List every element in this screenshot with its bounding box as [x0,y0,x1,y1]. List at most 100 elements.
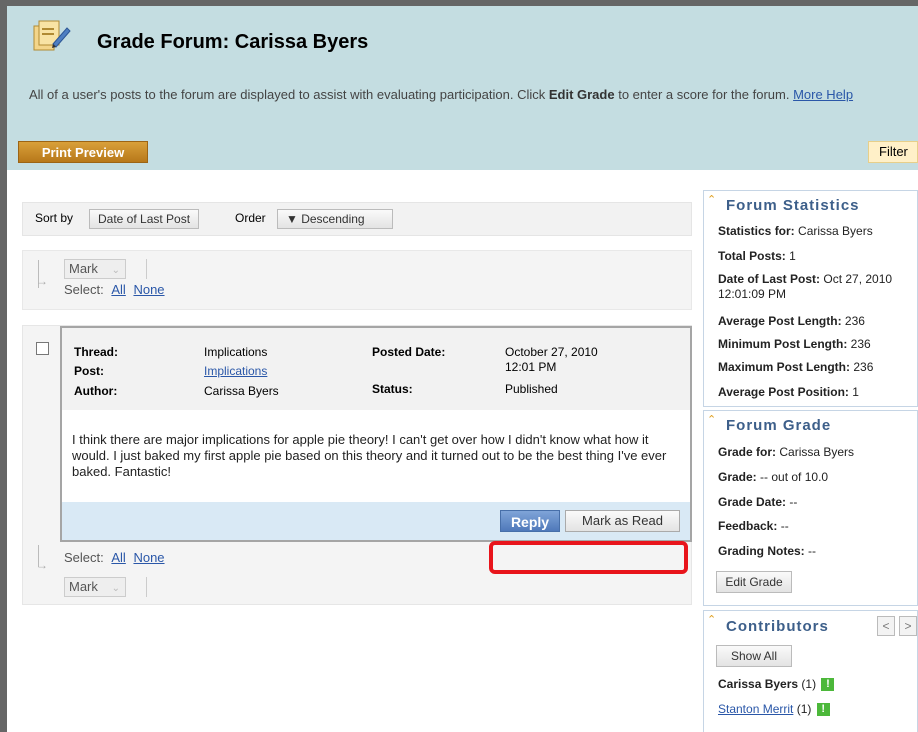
post-checkbox[interactable] [36,342,49,355]
grade-for: Grade for: Carissa Byers [718,445,854,460]
contributor-count: (1) [796,702,812,716]
max-len-label: Maximum Post Length: [718,360,851,374]
post-link-wrap: Implications [204,364,267,378]
contributor-count: (1) [801,677,817,691]
select-controls-top: Select: All None [64,282,165,297]
avg-len-label: Average Post Length: [718,314,842,328]
mark-dropdown-top[interactable]: Mark ⌄ [64,259,126,279]
grading-notes-label: Grading Notes: [718,544,805,558]
edit-grade-button[interactable]: Edit Grade [716,571,792,593]
grade-for-value: Carissa Byers [779,445,855,459]
post-link[interactable]: Implications [204,364,267,378]
new-posts-icon: ! [821,678,835,692]
last-post-value: Oct 27, 2010 [823,272,893,286]
sort-by-label: Sort by [35,211,74,225]
forum-grade-title: Forum Grade [726,417,832,434]
author-label: Author: [74,384,118,398]
select-controls-bottom: Select: All None [64,550,165,565]
filter-button[interactable]: Filter [868,141,918,163]
grade-forum-icon [33,20,71,51]
feedback-row: Feedback: -- [718,519,789,534]
collapse-icon[interactable]: ⌃ [707,413,716,426]
grade-for-label: Grade for: [718,445,777,459]
last-post-label: Date of Last Post: [718,272,821,286]
min-post-length: Minimum Post Length: 236 [718,337,871,352]
post-label: Post: [74,364,104,378]
grade-row: Grade: -- out of 10.0 [718,470,828,485]
forum-statistics-panel: ⌃ Forum Statistics Statistics for: Caris… [703,190,918,407]
grade-date-row: Grade Date: -- [718,495,797,510]
contributor-item[interactable]: Carissa Byers (1) ! [718,677,835,692]
sort-by-dropdown[interactable]: Date of Last Post [89,209,200,229]
max-len-value: 236 [853,360,874,374]
select-all-link-bottom[interactable]: All [111,550,125,565]
sort-bar: Sort by Date of Last Post Order ▼ Descen… [22,202,692,236]
stats-for-value: Carissa Byers [798,224,873,238]
posted-time-value: 12:01 PM [505,360,557,374]
post-header [62,328,690,410]
tree-arrow-icon: → [36,274,48,288]
last-post-time: 12:01:09 PM [718,287,787,301]
status-label: Status: [372,382,413,396]
stats-for-label: Statistics for: [718,224,795,238]
page-title: Grade Forum: Carissa Byers [97,31,369,53]
avg-pos-value: 1 [852,385,859,399]
page-header: Grade Forum: Carissa Byers All of a user… [7,6,918,170]
mark-label: Mark [69,261,98,276]
contributors-title: Contributors [726,618,829,635]
collapse-icon[interactable]: ⌃ [707,613,716,626]
order-dropdown[interactable]: ▼ Descending [277,209,393,229]
avg-len-value: 236 [844,314,865,328]
thread-label: Thread: [74,345,119,359]
stats-for: Statistics for: Carissa Byers [718,224,873,239]
description-text-end: to enter a score for the forum. [614,87,794,102]
min-len-value: 236 [850,337,871,351]
author-value: Carissa Byers [204,384,279,398]
more-help-link[interactable]: More Help [793,87,853,102]
total-posts-label: Total Posts: [718,249,786,263]
max-post-length: Maximum Post Length: 236 [718,360,873,375]
select-all-link[interactable]: All [111,282,125,297]
select-none-link[interactable]: None [133,282,164,297]
avg-post-position: Average Post Position: 1 [718,385,859,400]
min-len-label: Minimum Post Length: [718,337,848,351]
feedback-value: -- [780,519,789,533]
print-preview-button[interactable]: Print Preview [18,141,148,163]
grade-value: -- out of 10.0 [760,470,829,484]
divider [146,259,147,279]
contributor-link[interactable]: Stanton Merrit [718,702,793,716]
next-arrow-button[interactable]: > [899,616,917,636]
mark-dropdown-bottom[interactable]: Mark ⌄ [64,577,126,597]
avg-post-length: Average Post Length: 236 [718,314,865,329]
grade-date-value: -- [789,495,798,509]
post-body: I think there are major implications for… [72,432,667,479]
avg-pos-label: Average Post Position: [718,385,849,399]
contributor-item: Stanton Merrit (1) ! [718,702,830,717]
mark-as-read-button[interactable]: Mark as Read [565,510,680,532]
show-all-button[interactable]: Show All [716,645,792,667]
select-label-bottom: Select: [64,550,104,565]
feedback-label: Feedback: [718,519,778,533]
collapse-icon[interactable]: ⌃ [707,193,716,206]
previous-arrow-button[interactable]: < [877,616,895,636]
divider-bottom [146,577,147,597]
total-posts-value: 1 [789,249,796,263]
chevron-down-icon: ⌄ [111,265,120,276]
reply-button[interactable]: Reply [500,510,560,532]
window-frame-left [0,0,7,732]
tree-arrow-icon-bottom: → [36,558,48,572]
new-posts-icon: ! [816,703,830,717]
page-description: All of a user's posts to the forum are d… [29,86,918,103]
forum-grade-panel: ⌃ Forum Grade Grade for: Carissa Byers G… [703,410,918,606]
forum-statistics-title: Forum Statistics [726,197,860,214]
select-none-link-bottom[interactable]: None [133,550,164,565]
total-posts: Total Posts: 1 [718,249,796,264]
annotation-highlight-box [489,541,688,574]
select-label: Select: [64,282,104,297]
contributors-panel: ⌃ Contributors < > Show All Carissa Byer… [703,610,918,732]
posted-date-label: Posted Date: [372,345,446,359]
mark-label-bottom: Mark [69,579,98,594]
thread-value: Implications [204,345,268,359]
order-label: Order [235,211,266,225]
grading-notes-row: Grading Notes: -- [718,544,816,559]
